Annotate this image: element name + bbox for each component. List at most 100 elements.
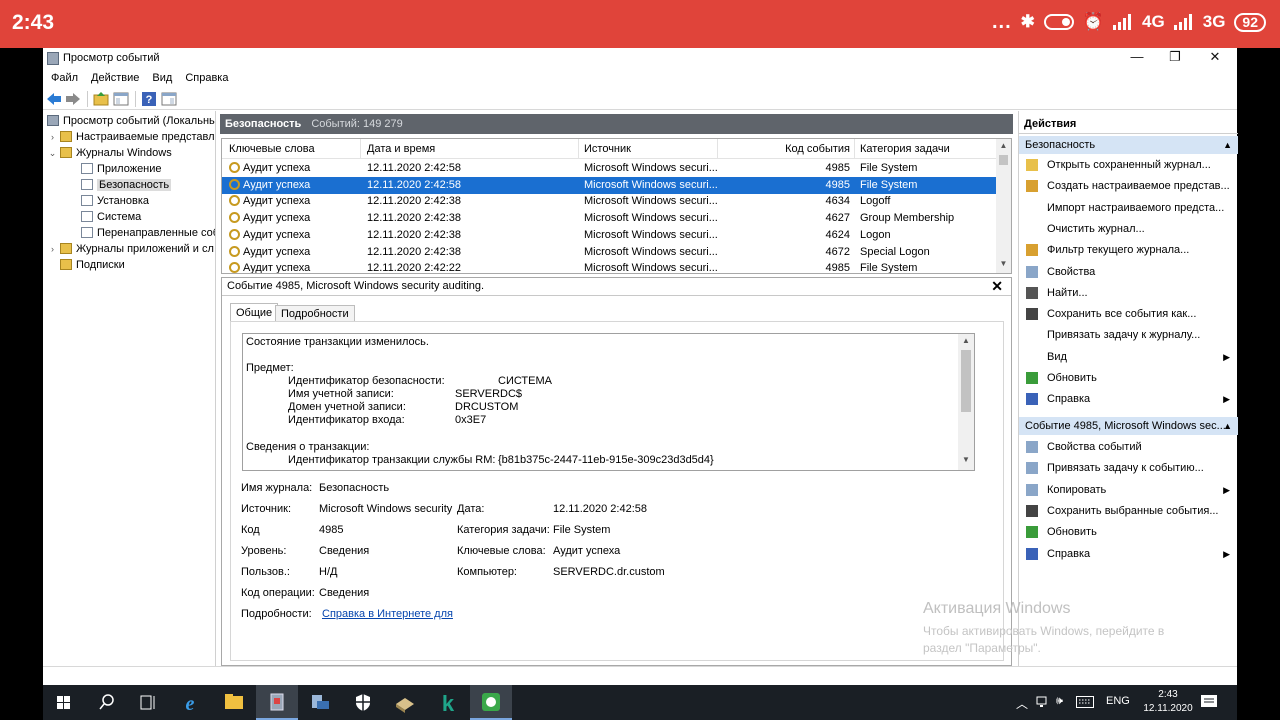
tree-item-custom-views[interactable]: › Настраиваемые представле: [47, 130, 215, 145]
table-row[interactable]: Аудит успеха 12.11.2020 2:42:58 Microsoft …: [222, 176, 998, 194]
tab-general[interactable]: Общие: [230, 303, 279, 322]
column-header-datetime[interactable]: Дата и время: [367, 139, 435, 159]
action-item[interactable]: Обновить: [1019, 522, 1238, 542]
table-row[interactable]: Аудит успеха 12.11.2020 2:42:22 Microsoft …: [222, 260, 998, 274]
action-item[interactable]: Сохранить все события как...: [1019, 304, 1238, 324]
table-row[interactable]: Аудит успеха 12.11.2020 2:42:58 Microsoft …: [222, 160, 998, 177]
event-viewer-taskbar-icon[interactable]: [256, 685, 298, 720]
up-folder-icon[interactable]: [93, 91, 109, 107]
show-hidden-icons-chevron-icon[interactable]: ︿: [1016, 695, 1028, 712]
action-item[interactable]: Сохранить выбранные события...: [1019, 501, 1238, 521]
keyboard-icon[interactable]: [1076, 696, 1094, 708]
prop-category-label: Категория задачи:: [457, 524, 550, 536]
action-item[interactable]: Обновить: [1019, 368, 1238, 388]
tree-item-windows-logs[interactable]: ⌄ Журналы Windows: [47, 146, 172, 161]
action-item[interactable]: Открыть сохраненный журнал...: [1019, 155, 1238, 175]
notifications-icon[interactable]: [1200, 694, 1218, 710]
restore-button[interactable]: ❐: [1156, 48, 1194, 68]
menu-file[interactable]: Файл: [43, 68, 83, 88]
table-row[interactable]: Аудит успеха 12.11.2020 2:42:38 Microsoft …: [222, 193, 998, 210]
scrollbar-thumb[interactable]: [999, 155, 1008, 165]
internet-explorer-icon[interactable]: e: [169, 685, 211, 720]
action-item[interactable]: Справка ▶: [1019, 389, 1238, 409]
action-item[interactable]: Копировать ▶: [1019, 480, 1238, 500]
tree-item-forwarded-events[interactable]: Перенаправленные соб: [81, 226, 215, 241]
minimize-button[interactable]: —: [1118, 48, 1156, 68]
tree-item-root[interactable]: Просмотр событий (Локальнь: [47, 114, 215, 129]
column-header-keywords[interactable]: Ключевые слова: [229, 139, 315, 159]
actions-section-event[interactable]: Событие 4985, Microsoft Windows sec... ▲: [1019, 417, 1238, 435]
tree-item-app-service-logs[interactable]: › Журналы приложений и сл: [47, 242, 214, 257]
collapse-chevron-icon[interactable]: ⌄: [47, 146, 58, 161]
action-item[interactable]: Вид ▶: [1019, 347, 1238, 367]
action-item[interactable]: Очистить журнал...: [1019, 219, 1238, 239]
scroll-up-icon[interactable]: ▲: [996, 141, 1011, 150]
security-shield-icon[interactable]: [342, 685, 384, 720]
online-help-link[interactable]: Справка в Интернете для: [322, 608, 453, 620]
tree-item-setup[interactable]: Установка: [81, 194, 149, 209]
expand-chevron-icon[interactable]: ›: [47, 242, 58, 257]
menu-view[interactable]: Вид: [144, 68, 177, 88]
action-item[interactable]: Создать настраиваемое представ...: [1019, 176, 1238, 196]
tree-item-system[interactable]: Система: [81, 210, 141, 225]
close-button[interactable]: ✕: [1196, 48, 1234, 68]
table-row[interactable]: Аудит успеха 12.11.2020 2:42:38 Microsoft …: [222, 227, 998, 244]
event-message-box[interactable]: Состояние транзакции изменилось. Предмет…: [242, 333, 975, 471]
cell-datetime: 12.11.2020 2:42:22: [367, 262, 461, 274]
tree-item-security[interactable]: Безопасность: [81, 178, 172, 193]
action-item[interactable]: Свойства событий: [1019, 437, 1238, 457]
kaspersky-icon[interactable]: k: [427, 685, 469, 720]
actions-section-log[interactable]: Безопасность ▲: [1019, 136, 1238, 154]
scroll-up-icon[interactable]: ▲: [958, 336, 974, 345]
taskbar-clock[interactable]: 2:43 12.11.2020: [1138, 688, 1198, 716]
column-header-source[interactable]: Источник: [584, 139, 631, 159]
table-row[interactable]: Аудит успеха 12.11.2020 2:42:38 Microsoft …: [222, 244, 998, 261]
collapse-caret-icon[interactable]: ▲: [1223, 136, 1232, 154]
scrollbar-thumb[interactable]: [961, 350, 971, 412]
forward-arrow-icon[interactable]: [65, 91, 81, 107]
message-account-value: SERVERDC$: [455, 388, 523, 400]
expand-chevron-icon[interactable]: ›: [47, 130, 58, 145]
start-windows-icon[interactable]: [43, 685, 85, 720]
collapse-caret-icon[interactable]: ▲: [1223, 417, 1232, 435]
volume-icon[interactable]: 🕪: [1056, 695, 1063, 708]
file-explorer-icon[interactable]: [213, 685, 255, 720]
help-icon[interactable]: ?: [141, 91, 157, 107]
prop-log-name-value: Безопасность: [319, 482, 390, 494]
scroll-down-icon[interactable]: ▼: [958, 455, 974, 464]
archive-app-icon[interactable]: [384, 685, 426, 720]
show-action-pane-icon[interactable]: [161, 91, 177, 107]
search-icon[interactable]: [85, 685, 127, 720]
show-hide-tree-icon[interactable]: [113, 91, 129, 107]
tree-item-application[interactable]: Приложение: [81, 162, 162, 177]
table-row[interactable]: Аудит успеха 12.11.2020 2:42:38 Microsoft …: [222, 210, 998, 227]
scroll-down-icon[interactable]: ▼: [996, 259, 1011, 268]
table-vertical-scrollbar[interactable]: ▲ ▼: [996, 139, 1011, 273]
action-item[interactable]: Свойства: [1019, 262, 1238, 282]
action-item[interactable]: Импорт настраиваемого предста...: [1019, 198, 1238, 218]
close-icon[interactable]: ✕: [991, 278, 1003, 294]
input-language[interactable]: ENG: [1106, 695, 1130, 707]
message-vertical-scrollbar[interactable]: ▲ ▼: [958, 334, 974, 470]
column-header-event-id[interactable]: Код события: [722, 139, 850, 159]
action-item[interactable]: Привязать задачу к событию...: [1019, 458, 1238, 478]
menu-action[interactable]: Действие: [83, 68, 144, 88]
task-view-icon[interactable]: [127, 685, 169, 720]
back-arrow-icon[interactable]: [46, 91, 62, 107]
message-tx-heading: Сведения о транзакции:: [246, 441, 370, 453]
network-icon[interactable]: [1036, 695, 1050, 709]
cell-keywords-text: Аудит успеха: [243, 245, 311, 258]
cell-keywords: Аудит успеха: [229, 210, 310, 227]
network-tool-icon[interactable]: [470, 685, 512, 720]
tree-item-subscriptions[interactable]: Подписки: [60, 258, 125, 273]
action-item[interactable]: Фильтр текущего журнала...: [1019, 240, 1238, 260]
column-header-task-category[interactable]: Категория задачи: [860, 139, 950, 159]
tab-details[interactable]: Подробности: [275, 305, 355, 322]
server-manager-icon[interactable]: [299, 685, 341, 720]
action-item[interactable]: Привязать задачу к журналу...: [1019, 325, 1238, 345]
action-item[interactable]: Справка ▶: [1019, 544, 1238, 564]
action-item[interactable]: Найти...: [1019, 283, 1238, 303]
cell-datetime: 12.11.2020 2:42:58: [367, 162, 461, 174]
audit-success-key-icon: [229, 228, 240, 240]
menu-help[interactable]: Справка: [177, 68, 233, 88]
